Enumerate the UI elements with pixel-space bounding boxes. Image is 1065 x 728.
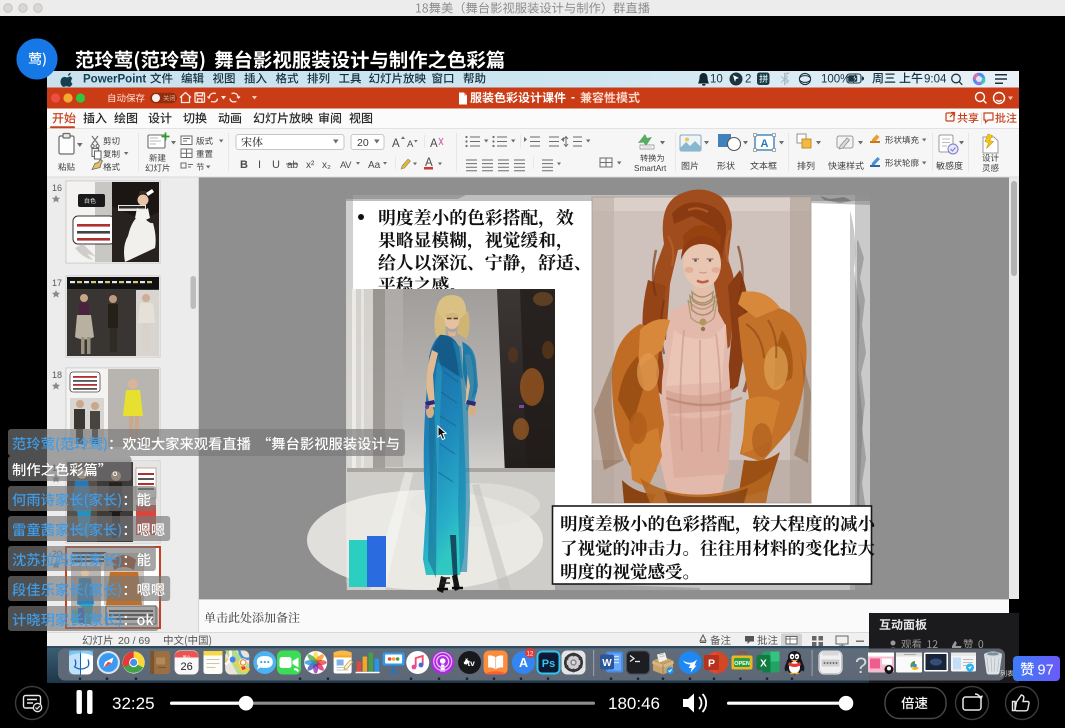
svg-text:B: B — [240, 159, 248, 171]
svg-text:16: 16 — [52, 183, 62, 193]
svg-text:17: 17 — [52, 278, 62, 288]
svg-text:Aa: Aa — [368, 160, 381, 171]
svg-text:2: 2 — [745, 74, 751, 86]
svg-text:I: I — [258, 159, 261, 171]
svg-text:A: A — [761, 138, 769, 150]
svg-text:x²: x² — [306, 160, 315, 171]
svg-text:PowerPoint: PowerPoint — [83, 74, 146, 86]
svg-text:周六: 周六 — [183, 654, 191, 660]
svg-text:-: - — [571, 90, 575, 104]
svg-text:26: 26 — [180, 661, 192, 673]
svg-text:P: P — [708, 658, 715, 670]
svg-text:?: ? — [855, 653, 867, 678]
svg-text:OPEN: OPEN — [734, 661, 750, 667]
svg-text:A: A — [407, 139, 414, 150]
svg-text:X: X — [760, 659, 767, 670]
svg-text:W: W — [602, 658, 612, 669]
svg-text:20 / 69: 20 / 69 — [118, 635, 150, 647]
svg-text:x₂: x₂ — [322, 160, 331, 171]
svg-text:100%: 100% — [821, 74, 850, 86]
svg-text:SmartArt: SmartArt — [634, 164, 667, 173]
svg-text:20: 20 — [357, 137, 369, 149]
svg-text:AV: AV — [340, 160, 352, 171]
svg-text:9:04: 9:04 — [924, 74, 947, 86]
svg-text:10: 10 — [710, 74, 723, 86]
svg-text:ab: ab — [287, 160, 299, 171]
svg-text:A: A — [430, 138, 438, 150]
svg-text:18: 18 — [52, 370, 62, 380]
svg-text:97: 97 — [1038, 663, 1054, 679]
svg-text:A: A — [519, 656, 528, 670]
svg-text:32:25: 32:25 — [112, 694, 155, 713]
svg-text:tv: tv — [467, 658, 475, 668]
svg-text:180:46: 180:46 — [608, 694, 660, 713]
svg-text:Ps: Ps — [542, 658, 555, 670]
svg-text:A: A — [392, 138, 400, 150]
svg-text:U: U — [272, 159, 280, 171]
svg-text:12: 12 — [527, 652, 534, 658]
